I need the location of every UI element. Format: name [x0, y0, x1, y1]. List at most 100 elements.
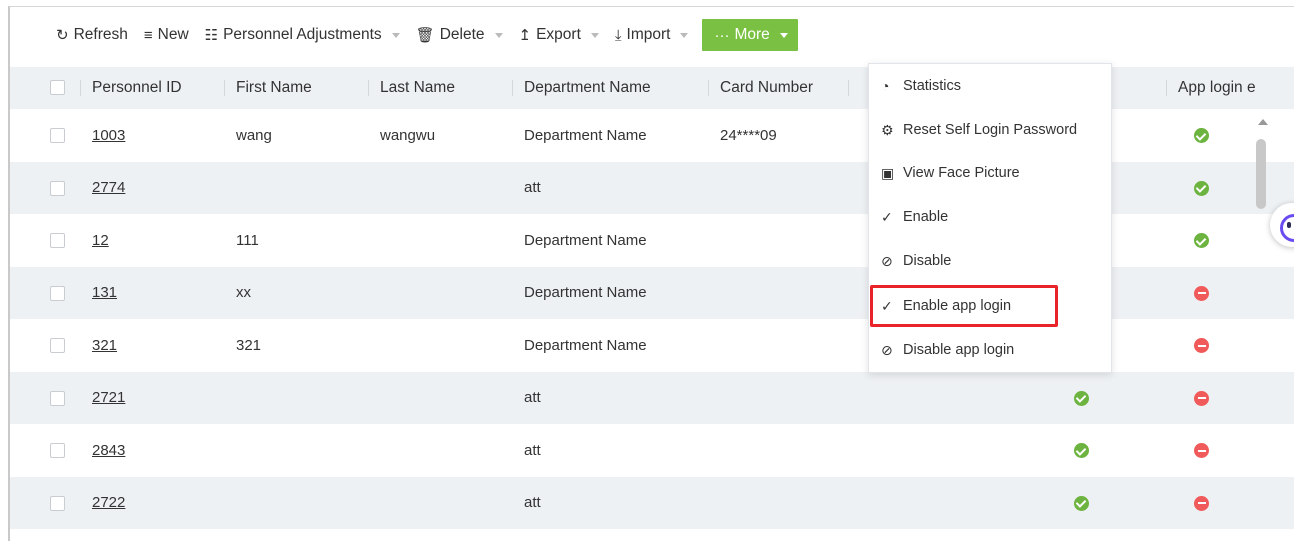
personnel-id-link[interactable]: 2843 [92, 442, 125, 459]
col-last-name[interactable]: Last Name [368, 67, 512, 109]
row-checkbox[interactable] [50, 443, 65, 459]
personnel-id-link[interactable]: 2721 [92, 389, 125, 406]
menu-item-view-face-picture[interactable]: ▣ View Face Picture [869, 153, 1111, 193]
personnel-id-link[interactable]: 131 [92, 284, 117, 301]
menu-item-disable[interactable]: ⊘ Disable [869, 241, 1111, 281]
select-all-checkbox[interactable] [50, 80, 65, 96]
personnel-id-link[interactable]: 2722 [92, 494, 125, 511]
first-name: wang [236, 126, 272, 144]
refresh-button[interactable]: ↻ Refresh [56, 20, 128, 50]
enabled-check-icon [1074, 443, 1089, 459]
disabled-minus-icon [1194, 285, 1209, 301]
row-checkbox[interactable] [50, 180, 65, 196]
col-label: Last Name [380, 79, 455, 96]
app-login-cell [1166, 476, 1294, 529]
personnel-id-cell: 12 [80, 214, 224, 267]
last-name-cell [368, 319, 512, 372]
enabled-check-icon [1074, 390, 1089, 406]
scrollbar[interactable] [1256, 119, 1270, 269]
row-checkbox[interactable] [50, 495, 65, 511]
col-card-number[interactable]: Card Number [708, 67, 848, 109]
personnel-adjustments-label: Personnel Adjustments [223, 26, 382, 43]
first-name-cell: xx [224, 266, 368, 319]
enabled-check-icon [1194, 233, 1209, 249]
personnel-id-cell: 131 [80, 266, 224, 319]
refresh-label: Refresh [73, 26, 128, 43]
personnel-adjustments-button[interactable]: ☷ Personnel Adjustments [205, 20, 400, 50]
new-button[interactable]: ≡ New [144, 20, 189, 50]
menu-item-label: Enable app login [903, 298, 1012, 314]
select-cell[interactable] [10, 266, 80, 319]
import-label: Import [626, 26, 671, 43]
org-tree-icon: ☷ [204, 27, 219, 44]
table-row[interactable]: 2722 att [10, 476, 1294, 529]
scroll-up-icon[interactable] [1258, 119, 1268, 125]
select-cell[interactable] [10, 319, 80, 372]
col-first-name[interactable]: First Name [224, 67, 368, 109]
more-button[interactable]: ··· More [702, 19, 798, 51]
delete-label: Delete [439, 26, 485, 43]
trash-icon: 🗑 [415, 27, 435, 44]
department-cell: Department Name [512, 214, 708, 267]
app-login-cell [1166, 266, 1294, 319]
menu-item-disable-app-login[interactable]: ⊘ Disable app login [869, 330, 1111, 370]
menu-item-reset-self-login-password[interactable]: ⚙ Reset Self Login Password [869, 110, 1111, 150]
status-cell [1010, 371, 1166, 424]
personnel-id-link[interactable]: 12 [92, 232, 109, 249]
export-button[interactable]: ↥ Export [519, 20, 599, 50]
table-row[interactable]: 2721 att [10, 371, 1294, 424]
personnel-id-link[interactable]: 321 [92, 337, 117, 354]
personnel-id-link[interactable]: 2774 [92, 179, 125, 196]
menu-item-statistics[interactable]: ◔ Statistics [869, 66, 1111, 106]
first-name-cell: 111 [224, 214, 368, 267]
col-app-login[interactable]: App login e [1166, 67, 1294, 109]
first-name-cell: wang [224, 109, 368, 162]
row-checkbox[interactable] [50, 390, 65, 406]
personnel-id-cell: 1003 [80, 109, 224, 162]
select-cell[interactable] [10, 109, 80, 162]
disabled-minus-icon [1194, 495, 1209, 511]
gear-icon: ⚙ [881, 121, 894, 138]
menu-item-enable[interactable]: ✓ Enable [869, 197, 1111, 237]
col-department-name[interactable]: Department Name [512, 67, 708, 109]
select-cell[interactable] [10, 214, 80, 267]
card-number: 24****09 [720, 126, 777, 144]
select-cell[interactable] [10, 424, 80, 477]
row-checkbox[interactable] [50, 128, 65, 144]
import-button[interactable]: ⤓ Import [615, 20, 689, 50]
more-label: More [734, 26, 770, 43]
bot-eye [1287, 222, 1291, 228]
menu-item-enable-app-login[interactable]: ✓ Enable app login [869, 286, 1111, 326]
delete-button[interactable]: 🗑 Delete [416, 20, 503, 50]
check-icon: ✓ [881, 297, 893, 314]
export-icon: ↥ [518, 27, 532, 44]
scroll-thumb[interactable] [1256, 139, 1266, 209]
select-cell[interactable] [10, 476, 80, 529]
card-number-cell [708, 319, 848, 372]
department-cell: Department Name [512, 319, 708, 372]
personnel-id-cell: 2721 [80, 371, 224, 424]
row-checkbox[interactable] [50, 338, 65, 354]
toolbar: ↻ Refresh ≡ New ☷ Personnel Adjustments … [10, 7, 1294, 63]
row-checkbox[interactable] [50, 285, 65, 301]
department-cell: att [512, 371, 708, 424]
select-cell[interactable] [10, 371, 80, 424]
card-number-cell: 24****09 [708, 109, 848, 162]
row-checkbox[interactable] [50, 233, 65, 249]
last-name-cell: wangwu [368, 109, 512, 162]
table-row[interactable]: 2843 att [10, 424, 1294, 477]
enabled-check-icon [1194, 128, 1209, 144]
chevron-down-icon [680, 32, 689, 38]
department-name: att [524, 494, 541, 512]
department-name: Department Name [524, 284, 647, 302]
personnel-id-link[interactable]: 1003 [92, 127, 125, 144]
department-cell: att [512, 161, 708, 214]
ellipsis-icon: ··· [714, 26, 730, 44]
select-cell[interactable] [10, 161, 80, 214]
col-personnel-id[interactable]: Personnel ID [80, 67, 224, 109]
first-name-cell [224, 424, 368, 477]
more-dropdown-menu: ◔ Statistics ⚙ Reset Self Login Password… [868, 63, 1112, 373]
chevron-down-icon [590, 32, 599, 38]
personnel-id-cell: 2843 [80, 424, 224, 477]
select-all-cell[interactable] [10, 67, 80, 109]
